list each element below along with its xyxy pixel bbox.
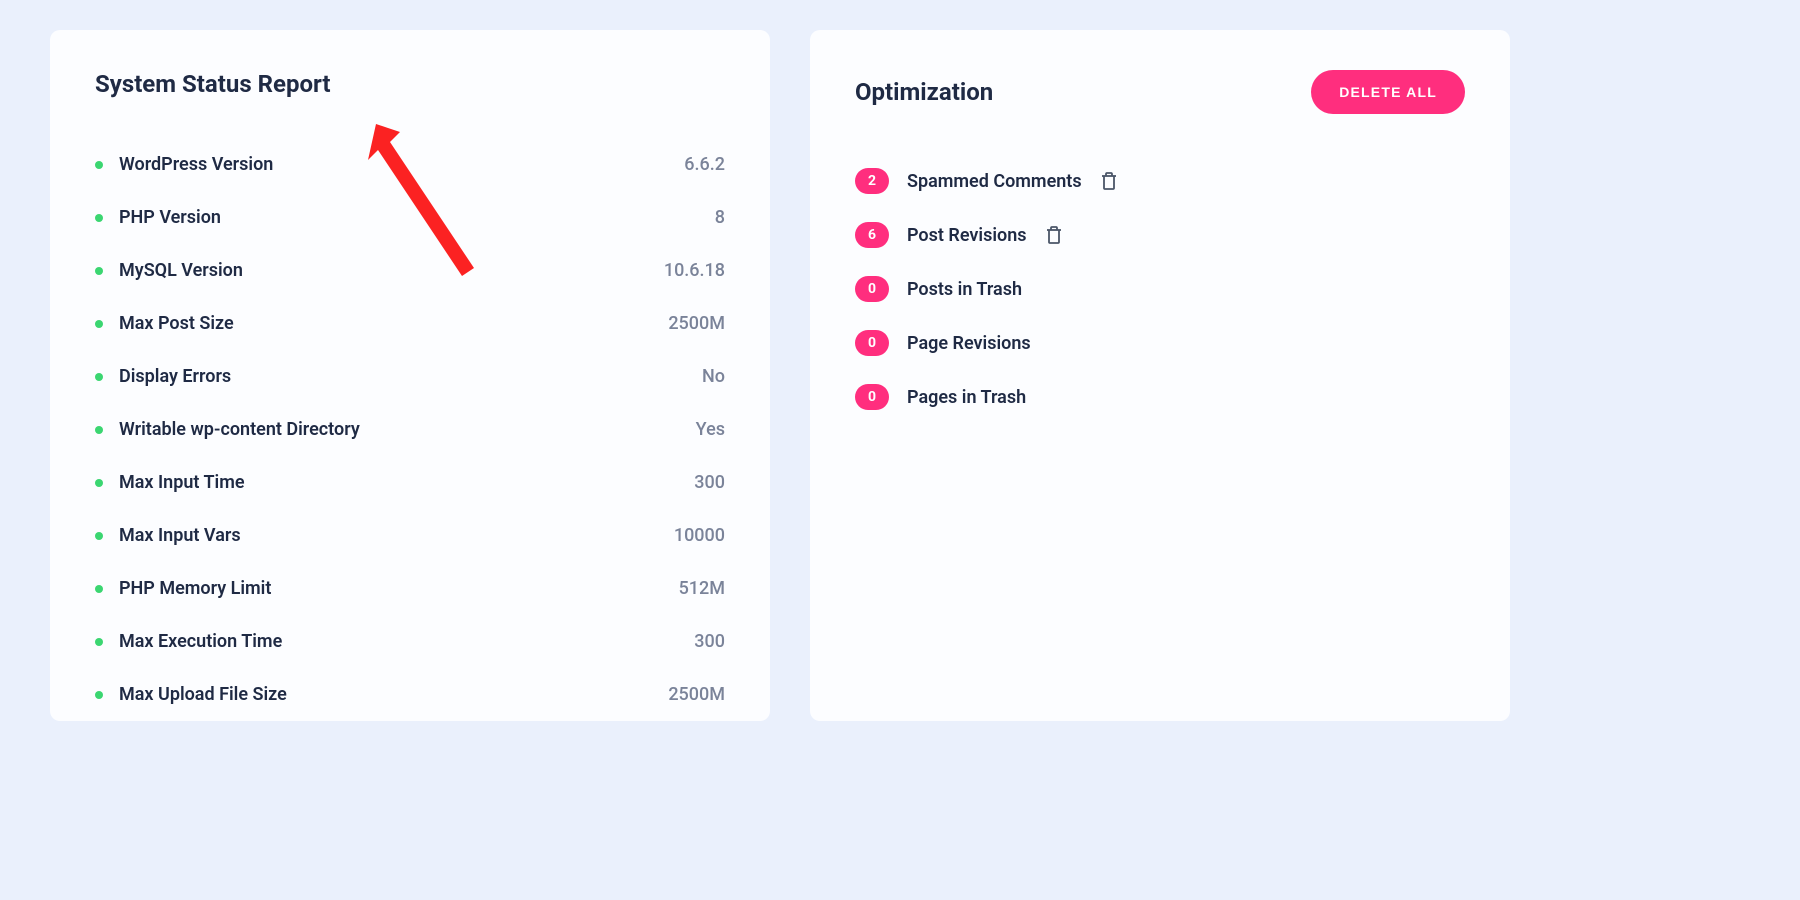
optimization-label: Page Revisions — [907, 333, 1031, 354]
status-dot-icon — [95, 426, 103, 434]
status-label: WordPress Version — [119, 154, 273, 175]
status-dot-icon — [95, 320, 103, 328]
status-label: Max Input Time — [119, 472, 245, 493]
status-dot-icon — [95, 691, 103, 699]
optimization-label: Pages in Trash — [907, 387, 1026, 408]
status-dot-icon — [95, 585, 103, 593]
optimization-row: 2 Spammed Comments — [855, 154, 1465, 208]
status-label: Max Execution Time — [119, 631, 282, 652]
optimization-row: 6 Post Revisions — [855, 208, 1465, 262]
status-dot-icon — [95, 267, 103, 275]
count-badge: 0 — [855, 330, 889, 356]
optimization-row: 0 Pages in Trash — [855, 370, 1465, 424]
status-label: Max Input Vars — [119, 525, 241, 546]
optimization-title: Optimization — [855, 78, 993, 106]
status-row: MySQL Version 10.6.18 — [95, 244, 725, 297]
trash-icon[interactable] — [1100, 171, 1118, 191]
status-value: 2500M — [668, 684, 725, 705]
status-row: Max Upload File Size 2500M — [95, 668, 725, 721]
optimization-rows: 2 Spammed Comments 6 Post Revisions — [855, 154, 1465, 424]
system-status-title: System Status Report — [95, 70, 725, 98]
system-status-card: System Status Report WordPress Version 6… — [50, 30, 770, 721]
status-dot-icon — [95, 161, 103, 169]
status-dot-icon — [95, 638, 103, 646]
status-row: Writable wp-content Directory Yes — [95, 403, 725, 456]
status-row: Max Input Time 300 — [95, 456, 725, 509]
status-dot-icon — [95, 214, 103, 222]
status-row: WordPress Version 6.6.2 — [95, 138, 725, 191]
status-value: No — [702, 366, 725, 387]
status-row: PHP Version 8 — [95, 191, 725, 244]
status-value: 300 — [694, 472, 725, 493]
status-value: 8 — [715, 207, 725, 228]
optimization-row: 0 Posts in Trash — [855, 262, 1465, 316]
optimization-label: Post Revisions — [907, 225, 1027, 246]
status-row: Max Execution Time 300 — [95, 615, 725, 668]
status-rows: WordPress Version 6.6.2 PHP Version 8 My… — [95, 138, 725, 721]
delete-all-button[interactable]: DELETE ALL — [1311, 70, 1465, 114]
status-label: Display Errors — [119, 366, 231, 387]
status-value: 512M — [679, 578, 725, 599]
count-badge: 0 — [855, 276, 889, 302]
status-dot-icon — [95, 532, 103, 540]
count-badge: 6 — [855, 222, 889, 248]
optimization-label: Posts in Trash — [907, 279, 1022, 300]
status-value: Yes — [696, 419, 725, 440]
status-label: MySQL Version — [119, 260, 243, 281]
status-label: Max Post Size — [119, 313, 234, 334]
status-row: PHP Memory Limit 512M — [95, 562, 725, 615]
optimization-label: Spammed Comments — [907, 171, 1082, 192]
status-dot-icon — [95, 479, 103, 487]
optimization-row: 0 Page Revisions — [855, 316, 1465, 370]
status-label: PHP Memory Limit — [119, 578, 271, 599]
status-row: Max Post Size 2500M — [95, 297, 725, 350]
status-row: Display Errors No — [95, 350, 725, 403]
status-label: PHP Version — [119, 207, 221, 228]
count-badge: 0 — [855, 384, 889, 410]
status-value: 10.6.18 — [664, 260, 725, 281]
status-label: Writable wp-content Directory — [119, 419, 360, 440]
optimization-card: Optimization DELETE ALL 2 Spammed Commen… — [810, 30, 1510, 721]
status-value: 300 — [694, 631, 725, 652]
status-value: 2500M — [668, 313, 725, 334]
status-label: Max Upload File Size — [119, 684, 287, 705]
count-badge: 2 — [855, 168, 889, 194]
status-value: 6.6.2 — [684, 154, 725, 175]
status-value: 10000 — [674, 525, 725, 546]
trash-icon[interactable] — [1045, 225, 1063, 245]
status-row: Max Input Vars 10000 — [95, 509, 725, 562]
status-dot-icon — [95, 373, 103, 381]
